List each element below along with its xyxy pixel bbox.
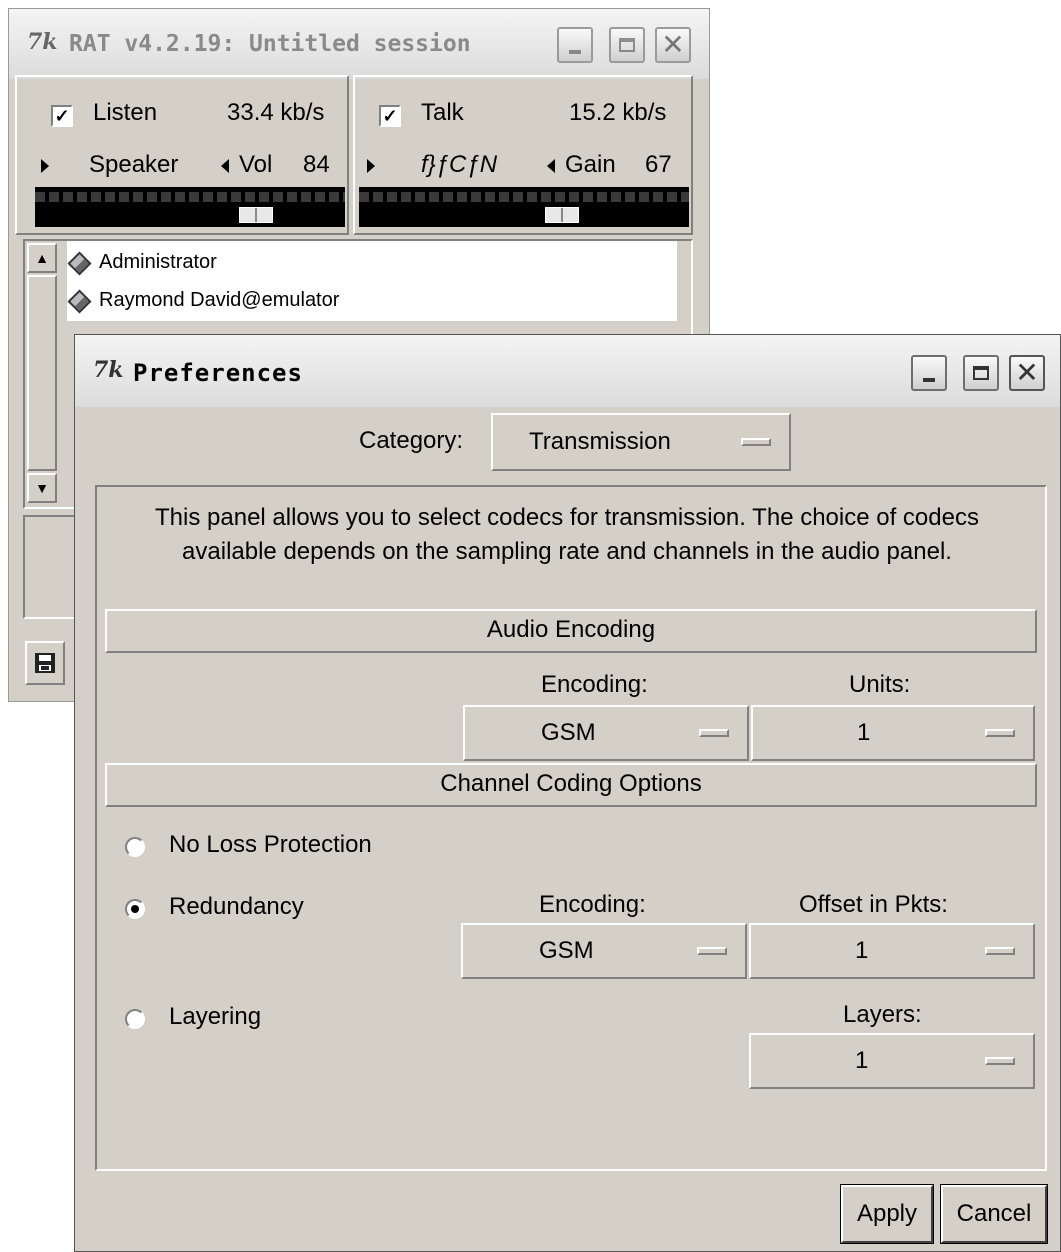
- redundancy-encoding-dropdown[interactable]: GSM: [461, 923, 747, 979]
- talk-checkbox[interactable]: ✓: [379, 105, 401, 127]
- listen-panel: ✓ Listen 33.4 kb/s Speaker Vol 84: [15, 75, 349, 235]
- speaker-volume-slider[interactable]: [35, 187, 345, 227]
- listen-rate: 33.4 kb/s: [227, 99, 325, 126]
- units-value: 1: [857, 719, 871, 746]
- dropdown-indicator-icon: [697, 947, 727, 955]
- talk-label: Talk: [421, 99, 464, 126]
- scroll-down-button[interactable]: ▼: [27, 473, 57, 503]
- channel-coding-header: Channel Coding Options: [105, 763, 1037, 807]
- gain-arrow-icon[interactable]: [547, 159, 555, 173]
- offset-label: Offset in Pkts:: [799, 891, 948, 918]
- volume-label: Vol: [239, 151, 273, 178]
- preferences-title: Preferences: [133, 359, 303, 387]
- speaker-device-label: Speaker: [89, 151, 179, 178]
- dropdown-indicator-icon: [741, 438, 771, 446]
- transmission-panel: This panel allows you to select codecs f…: [95, 485, 1047, 1171]
- speaker-next-arrow-icon[interactable]: [41, 159, 49, 173]
- tk-logo-icon: 7k: [27, 29, 58, 55]
- redundancy-label[interactable]: Redundancy: [169, 893, 304, 921]
- volume-value: 84: [303, 151, 330, 178]
- mic-next-arrow-icon[interactable]: [367, 159, 375, 173]
- dropdown-indicator-icon: [985, 947, 1015, 955]
- save-button[interactable]: [25, 641, 65, 685]
- encoding-value: GSM: [541, 719, 596, 746]
- category-label: Category:: [359, 427, 464, 454]
- close-button[interactable]: ✕: [1009, 355, 1045, 391]
- gain-label: Gain: [565, 151, 616, 178]
- layers-dropdown[interactable]: 1: [749, 1033, 1035, 1089]
- rat-titlebar[interactable]: 7k RAT v4.2.19: Untitled session ✕: [9, 9, 709, 79]
- offset-value: 1: [855, 937, 869, 964]
- category-value: Transmission: [529, 428, 671, 455]
- scroll-up-button[interactable]: ▲: [27, 243, 57, 273]
- floppy-disk-icon: [35, 653, 55, 673]
- volume-arrow-icon[interactable]: [221, 159, 229, 173]
- minimize-button[interactable]: [557, 27, 593, 63]
- redundancy-encoding-label: Encoding:: [539, 891, 646, 918]
- no-loss-radio[interactable]: [125, 837, 145, 857]
- volume-slider-handle[interactable]: [239, 207, 273, 223]
- audio-encoding-header: Audio Encoding: [105, 609, 1037, 653]
- units-label: Units:: [849, 671, 911, 698]
- talk-panel: ✓ Talk 15.2 kb/s f}ƒCƒN Gain 67: [353, 75, 693, 235]
- maximize-button[interactable]: [963, 355, 999, 391]
- listen-label: Listen: [93, 99, 158, 126]
- redundancy-encoding-value: GSM: [539, 937, 594, 964]
- mic-gain-slider[interactable]: [359, 187, 689, 227]
- layering-label[interactable]: Layering: [169, 1003, 261, 1031]
- category-dropdown[interactable]: Transmission: [491, 413, 791, 471]
- tk-logo-icon: 7k: [93, 357, 124, 383]
- offset-dropdown[interactable]: 1: [749, 923, 1035, 979]
- scroll-thumb[interactable]: [27, 275, 57, 471]
- maximize-button[interactable]: [609, 27, 645, 63]
- units-dropdown[interactable]: 1: [751, 705, 1035, 761]
- talk-rate: 15.2 kb/s: [569, 99, 667, 126]
- encoding-dropdown[interactable]: GSM: [463, 705, 749, 761]
- mic-device-label: f}ƒCƒN: [421, 151, 498, 178]
- layering-radio[interactable]: [125, 1009, 145, 1029]
- layers-value: 1: [855, 1047, 869, 1074]
- layers-label: Layers:: [843, 1001, 922, 1028]
- dropdown-indicator-icon: [985, 1057, 1015, 1065]
- minimize-button[interactable]: [911, 355, 947, 391]
- gain-slider-handle[interactable]: [545, 207, 579, 223]
- dropdown-indicator-icon: [985, 729, 1015, 737]
- preferences-window: 7k Preferences ✕ Category: Transmission …: [74, 334, 1061, 1252]
- rat-window-title: RAT v4.2.19: Untitled session: [69, 31, 471, 57]
- dropdown-indicator-icon: [699, 729, 729, 737]
- preferences-titlebar[interactable]: 7k Preferences ✕: [75, 335, 1060, 407]
- panel-description: This panel allows you to select codecs f…: [155, 504, 979, 565]
- encoding-label: Encoding:: [541, 671, 648, 698]
- gain-value: 67: [645, 151, 672, 178]
- close-button[interactable]: ✕: [655, 27, 691, 63]
- no-loss-label[interactable]: No Loss Protection: [169, 831, 372, 859]
- redundancy-radio[interactable]: [125, 899, 145, 919]
- apply-button[interactable]: Apply: [840, 1184, 934, 1244]
- participant-name: Raymond David@emulator: [99, 289, 340, 311]
- cancel-button[interactable]: Cancel: [940, 1184, 1048, 1244]
- listen-checkbox[interactable]: ✓: [51, 105, 73, 127]
- participant-name: Administrator: [99, 251, 217, 273]
